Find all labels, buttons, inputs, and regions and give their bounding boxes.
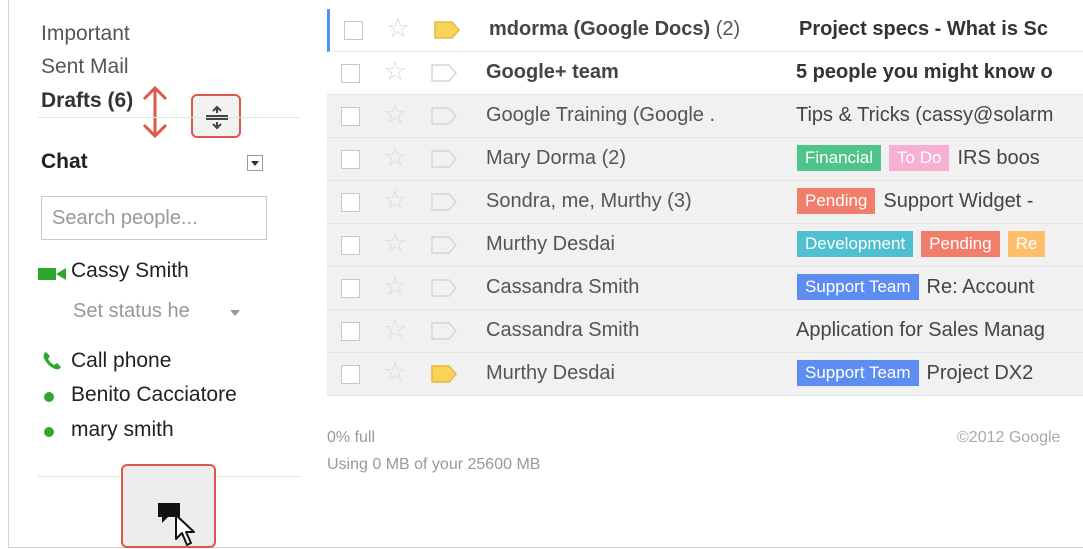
email-subject: Re: Account (926, 276, 1035, 298)
sender-name: Google Training (Google . (486, 104, 716, 126)
email-subject: Application for Sales Manag (796, 319, 1046, 341)
star-icon[interactable]: ☆ (383, 359, 407, 386)
phone-icon (43, 352, 61, 370)
email-subject: 5 people you might know o (796, 61, 1053, 83)
table-row[interactable]: ☆ Cassandra Smith Support Team Re: Account (327, 267, 1083, 310)
sidebar-item-sent-mail[interactable]: Sent Mail (41, 55, 129, 79)
search-people-input[interactable] (41, 196, 267, 240)
storage-quota-usage: Using 0 MB of your 25600 MB (327, 456, 541, 473)
label-chip[interactable]: Pending (797, 188, 876, 214)
online-status-icon (44, 427, 54, 437)
chat-bubble-icon (158, 503, 195, 546)
star-icon[interactable]: ☆ (383, 101, 407, 128)
labels: Support Team Project DX2 (797, 360, 1033, 386)
importance-marker-icon[interactable] (431, 63, 457, 83)
sender-name: Cassandra Smith (486, 319, 640, 341)
importance-marker-icon[interactable] (431, 106, 457, 126)
status-message-input[interactable]: Set status he (73, 300, 190, 323)
importance-marker-icon[interactable] (434, 20, 460, 40)
importance-marker-icon[interactable] (431, 278, 457, 298)
star-icon[interactable]: ☆ (383, 316, 407, 343)
star-icon[interactable]: ☆ (383, 230, 407, 257)
email-subject: Project specs - What is Sc (799, 18, 1048, 40)
self-name: Cassy Smith (71, 259, 189, 282)
select-checkbox[interactable] (341, 193, 360, 212)
sidebar-item-label: Sent Mail (41, 55, 129, 78)
email-subject: Tips & Tricks (cassy@solarm (796, 104, 1054, 126)
importance-marker-icon[interactable] (431, 149, 457, 169)
label-chip[interactable]: Re (1007, 231, 1046, 257)
label-chip[interactable]: Support Team (797, 360, 919, 386)
importance-marker-icon[interactable] (431, 235, 457, 255)
select-checkbox[interactable] (341, 236, 360, 255)
importance-marker-icon[interactable] (431, 321, 457, 341)
select-checkbox[interactable] (344, 21, 363, 40)
chat-options-dropdown[interactable] (247, 155, 263, 171)
email-subject: Support Widget - (883, 190, 1034, 212)
label-chip[interactable]: Development (797, 231, 914, 257)
select-checkbox[interactable] (341, 365, 360, 384)
sender-name: Google+ team (486, 61, 619, 83)
sender-name: Sondra, me, Murthy (3) (486, 190, 692, 212)
table-row[interactable]: ☆ Mary Dorma (2) Financial To Do IRS boos (327, 138, 1083, 181)
sender-name: Cassandra Smith (486, 276, 640, 298)
select-checkbox[interactable] (341, 64, 360, 83)
star-icon[interactable]: ☆ (383, 187, 407, 214)
chat-toggle-button[interactable] (121, 464, 216, 548)
sidebar-item-drafts[interactable]: Drafts (6) (41, 89, 133, 113)
table-row[interactable]: ☆ Sondra, me, Murthy (3) Pending Support Wi… (327, 181, 1083, 224)
sender-name: mdorma (Google Docs) (2) (489, 18, 741, 40)
video-icon[interactable] (38, 268, 66, 280)
star-icon[interactable]: ☆ (386, 15, 410, 42)
labels: Support Team Re: Account (797, 274, 1034, 300)
contact-name: mary smith (71, 418, 174, 441)
importance-marker-icon[interactable] (431, 192, 457, 212)
sender-name: Murthy Desdai (486, 233, 615, 255)
email-subject: Project DX2 (926, 362, 1034, 384)
sidebar-item-important[interactable]: Important (41, 22, 130, 46)
sidebar-item-label: Important (41, 22, 130, 45)
labels: Development Pending Re (797, 231, 1053, 257)
table-row[interactable]: ☆ Cassandra Smith Application for Sales Ma… (327, 310, 1083, 353)
star-icon[interactable]: ☆ (383, 58, 407, 85)
online-status-icon (44, 392, 54, 402)
sender-name: Mary Dorma (2) (486, 147, 627, 169)
email-subject: IRS boos (957, 147, 1040, 169)
vertical-resize-arrow-icon (142, 85, 168, 139)
storage-quota-percent: 0% full (327, 429, 376, 446)
copyright-text: ©2012 Google (957, 429, 1061, 446)
table-row[interactable]: ☆ mdorma (Google Docs) (2) Project specs -… (327, 9, 1083, 52)
sender-name: Murthy Desdai (486, 362, 615, 384)
contact-name: Benito Cacciatore (71, 383, 237, 406)
select-checkbox[interactable] (341, 322, 360, 341)
importance-marker-icon[interactable] (431, 364, 457, 384)
table-row[interactable]: ☆ Google Training (Google . Tips & Tricks … (327, 95, 1083, 138)
label-chip[interactable]: To Do (889, 145, 950, 171)
sidebar-item-label: Drafts (41, 89, 102, 112)
labels: Pending Support Widget - (797, 188, 1033, 214)
label-chip[interactable]: Pending (921, 231, 1000, 257)
labels: Financial To Do IRS boos (797, 145, 1040, 171)
divider (38, 117, 300, 118)
star-icon[interactable]: ☆ (383, 273, 407, 300)
table-row[interactable]: ☆ Murthy Desdai Support Team Project DX2 (327, 353, 1083, 396)
select-checkbox[interactable] (341, 107, 360, 126)
drafts-count: (6) (107, 89, 134, 112)
label-chip[interactable]: Support Team (797, 274, 919, 300)
chevron-down-icon[interactable] (230, 310, 240, 316)
table-row[interactable]: ☆ Murthy Desdai Development Pending Re (327, 224, 1083, 267)
call-phone-label: Call phone (71, 349, 172, 372)
star-icon[interactable]: ☆ (383, 144, 407, 171)
select-checkbox[interactable] (341, 279, 360, 298)
table-row[interactable]: ☆ Google+ team 5 people you might know o (327, 52, 1083, 95)
chat-heading: Chat (41, 150, 88, 173)
display-density-button[interactable] (191, 94, 241, 138)
label-chip[interactable]: Financial (797, 145, 882, 171)
select-checkbox[interactable] (341, 150, 360, 169)
